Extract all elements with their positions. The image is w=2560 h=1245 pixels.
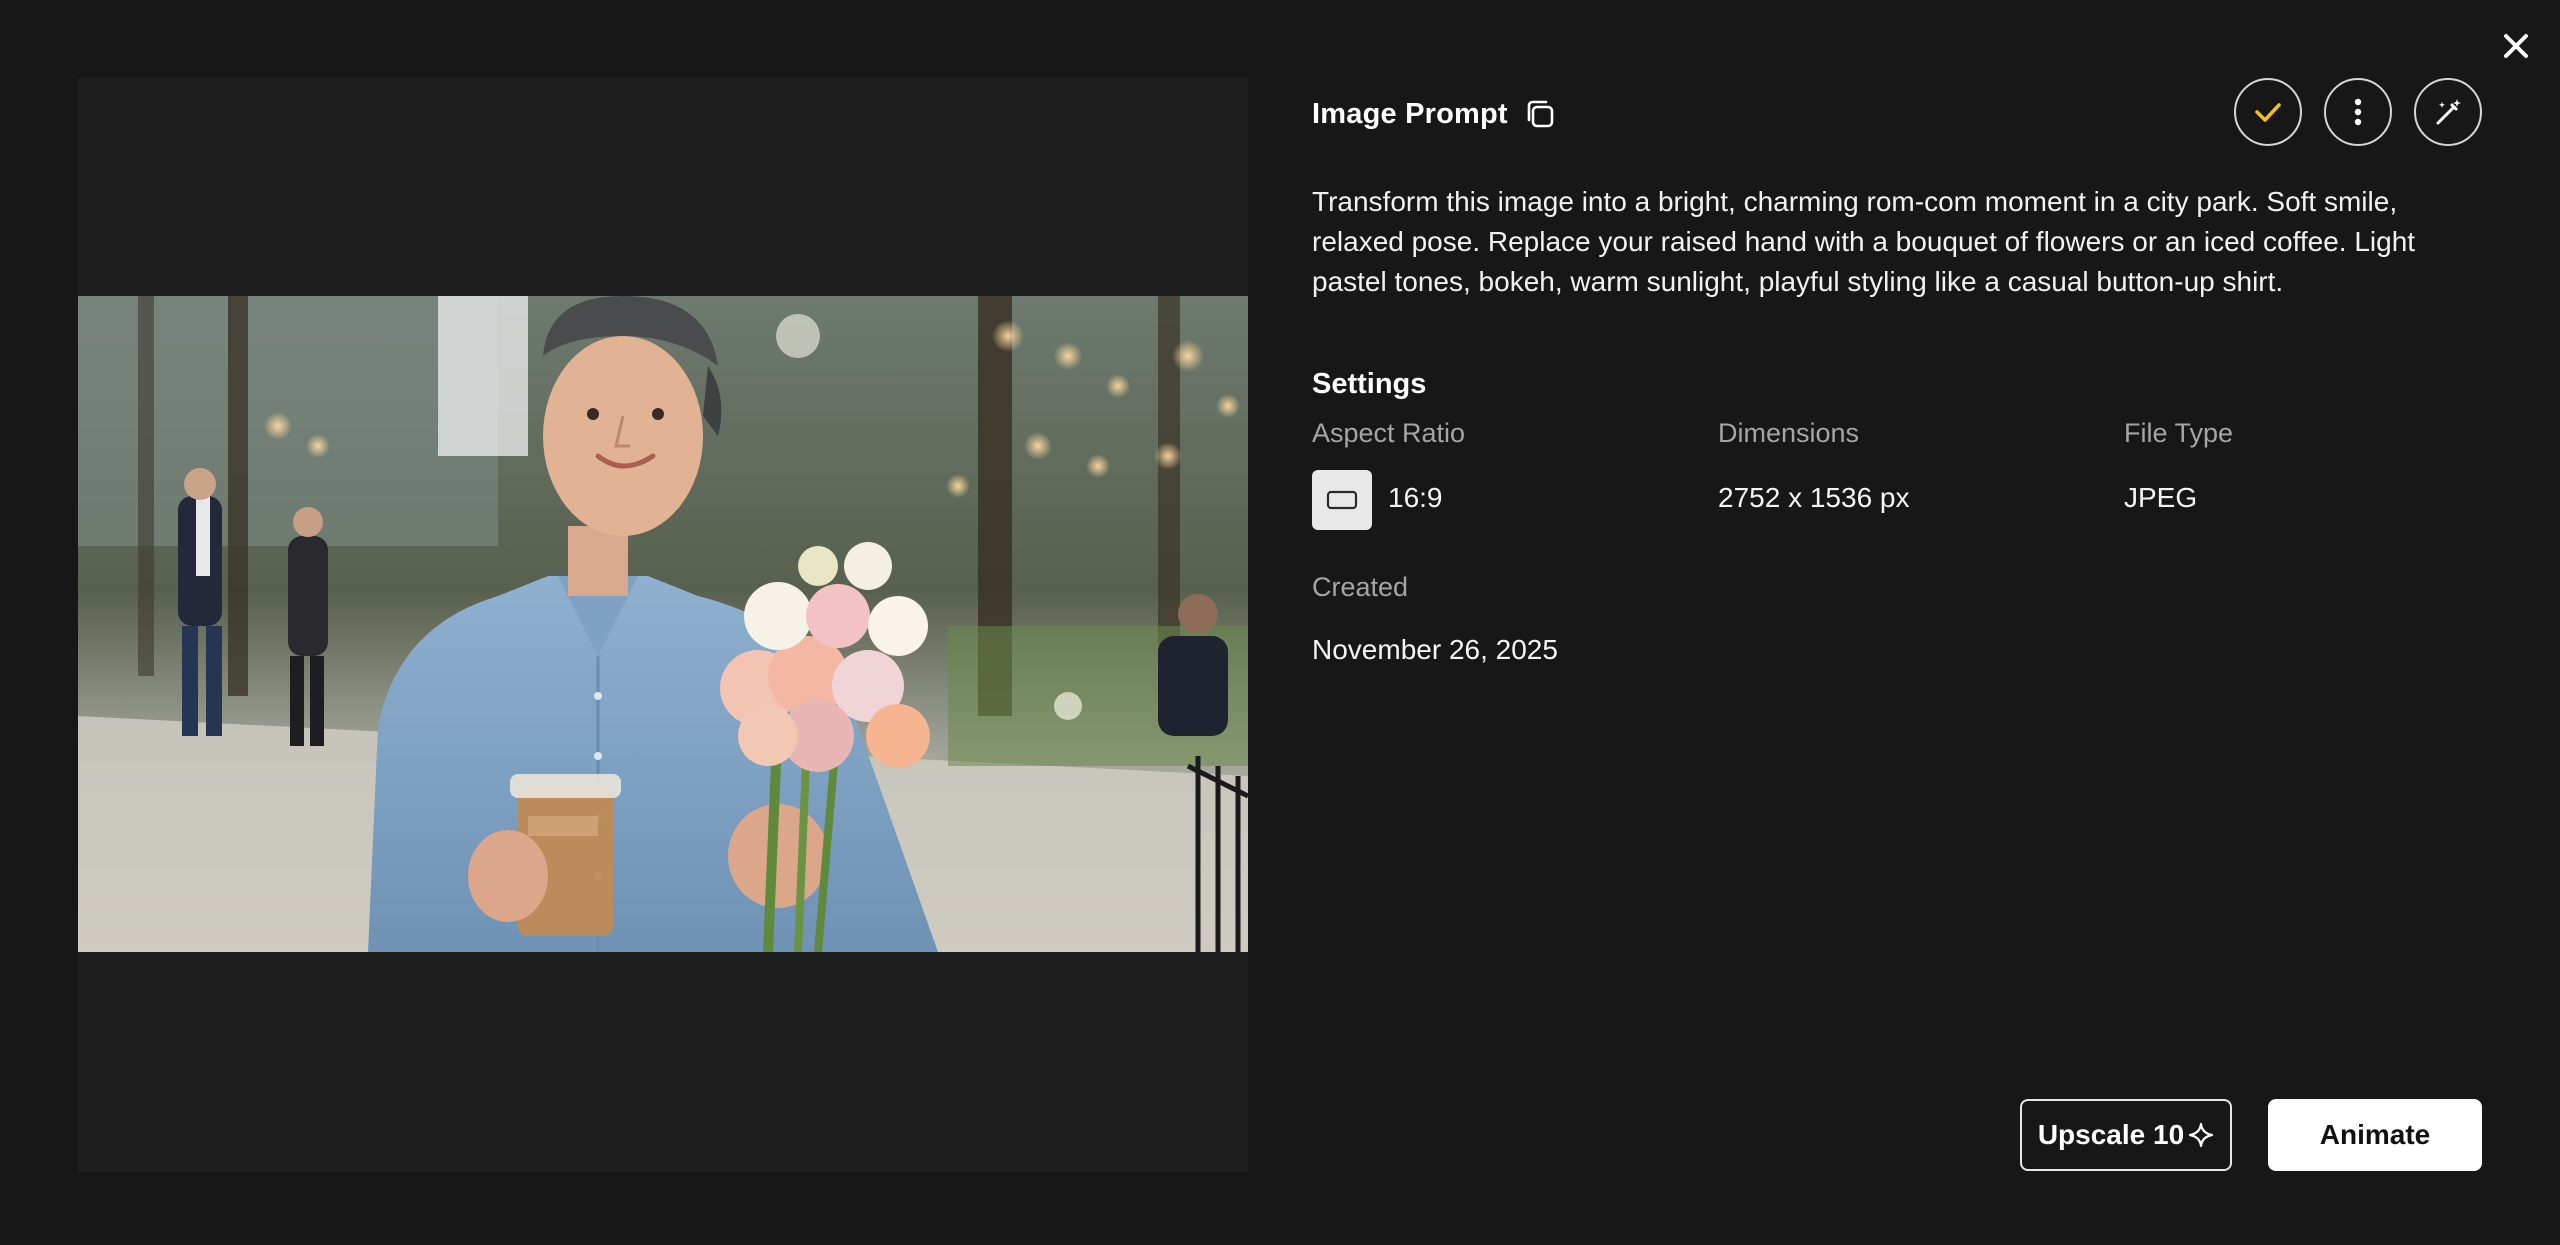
copy-prompt-button[interactable] (1522, 96, 1558, 132)
more-vertical-icon (2354, 98, 2362, 126)
aspect-ratio-icon (1326, 490, 1358, 510)
more-options-button[interactable] (2324, 78, 2392, 146)
magic-wand-icon (2436, 99, 2461, 125)
prompt-header: Image Prompt (1312, 96, 1558, 132)
aspect-ratio-label: Aspect Ratio (1312, 418, 1466, 448)
select-button[interactable] (2234, 78, 2302, 146)
generated-image[interactable] (78, 296, 1248, 952)
edit-magic-button[interactable] (2414, 78, 2482, 146)
close-icon (2504, 34, 2528, 58)
aspect-ratio-chip (1312, 470, 1372, 530)
check-icon (2255, 103, 2281, 122)
upscale-label: Upscale 10 (2037, 1119, 2185, 1150)
sparkle-icon (2189, 1122, 2214, 1148)
created-value: November 26, 2025 (1312, 634, 1558, 665)
created-label: Created (1312, 572, 1409, 602)
aspect-ratio-value: 16:9 (1388, 482, 1443, 513)
prompt-title: Image Prompt (1312, 97, 1508, 130)
prompt-text: Transform this image into a bright, char… (1312, 186, 2416, 297)
upscale-button[interactable]: Upscale 10 (2020, 1099, 2232, 1171)
animate-button[interactable]: Animate (2268, 1099, 2482, 1171)
image-preview (78, 78, 1248, 1172)
dimensions-label: Dimensions (1718, 418, 1860, 448)
copy-icon (1527, 100, 1554, 128)
image-details-panel: Image Prompt Transform this image into a… (1312, 78, 2482, 1172)
close-button[interactable] (2496, 26, 2536, 66)
file-type-value: JPEG (2124, 482, 2198, 513)
dimensions-value: 2752 x 1536 px (1718, 482, 1910, 513)
settings-title: Settings (1312, 368, 1427, 400)
image-actions (2234, 78, 2482, 146)
file-type-label: File Type (2124, 418, 2234, 448)
